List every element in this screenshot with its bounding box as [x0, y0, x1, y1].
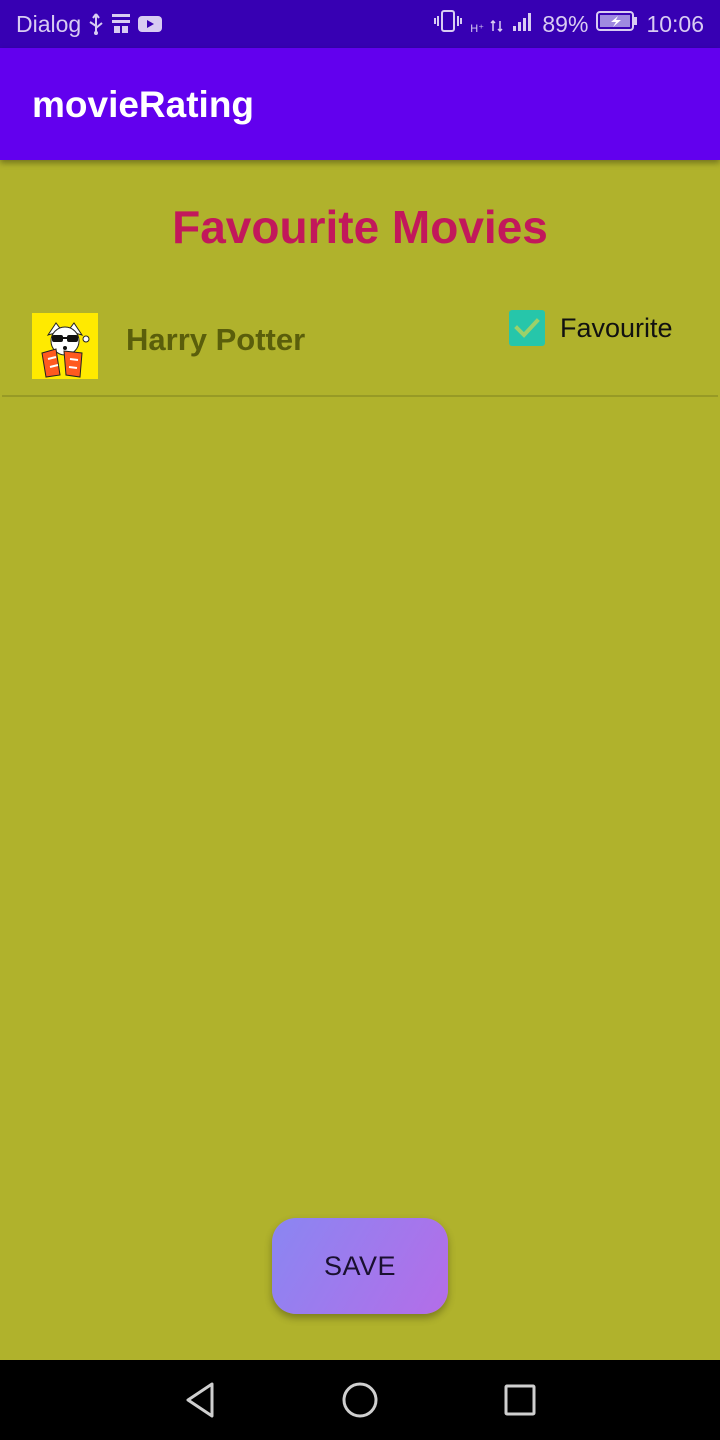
app-bar: movieRating	[0, 48, 720, 160]
back-triangle-icon	[182, 1380, 218, 1420]
youtube-icon	[137, 14, 163, 34]
home-button[interactable]	[338, 1378, 382, 1422]
qr-notification-icon	[111, 13, 131, 35]
status-left: Dialog	[16, 0, 163, 48]
recents-square-icon	[502, 1382, 538, 1418]
status-right: H⁺ 89% 10:06	[434, 0, 704, 48]
main-content: Favourite Movies Harry Potter Favourite …	[0, 160, 720, 1360]
save-button[interactable]: SAVE	[272, 1218, 448, 1314]
favourite-checkbox-label[interactable]: Favourite	[560, 313, 673, 344]
back-button[interactable]	[178, 1378, 222, 1422]
battery-charging-icon	[596, 10, 638, 38]
list-divider	[2, 395, 718, 397]
status-bar: Dialog H⁺ 89% 10:06	[0, 0, 720, 48]
page-title: Favourite Movies	[172, 201, 548, 253]
app-title: movieRating	[32, 84, 255, 125]
check-icon	[512, 313, 542, 343]
movie-title: Harry Potter	[126, 322, 306, 357]
network-type-label: H⁺	[470, 22, 484, 35]
vibrate-icon	[434, 9, 463, 39]
status-time: 10:06	[646, 10, 704, 37]
battery-percent: 89%	[542, 10, 589, 37]
navigation-bar	[0, 1360, 720, 1440]
mobile-data-icon: H⁺	[470, 11, 504, 38]
recents-button[interactable]	[498, 1378, 542, 1422]
usb-icon	[87, 12, 105, 36]
list-item[interactable]: Harry Potter Favourite	[0, 300, 720, 396]
status-notification-text: Dialog	[16, 10, 82, 37]
home-circle-icon	[340, 1380, 380, 1420]
signal-icon	[512, 10, 534, 38]
movie-thumbnail	[32, 313, 98, 379]
favourite-checkbox[interactable]	[509, 310, 545, 346]
